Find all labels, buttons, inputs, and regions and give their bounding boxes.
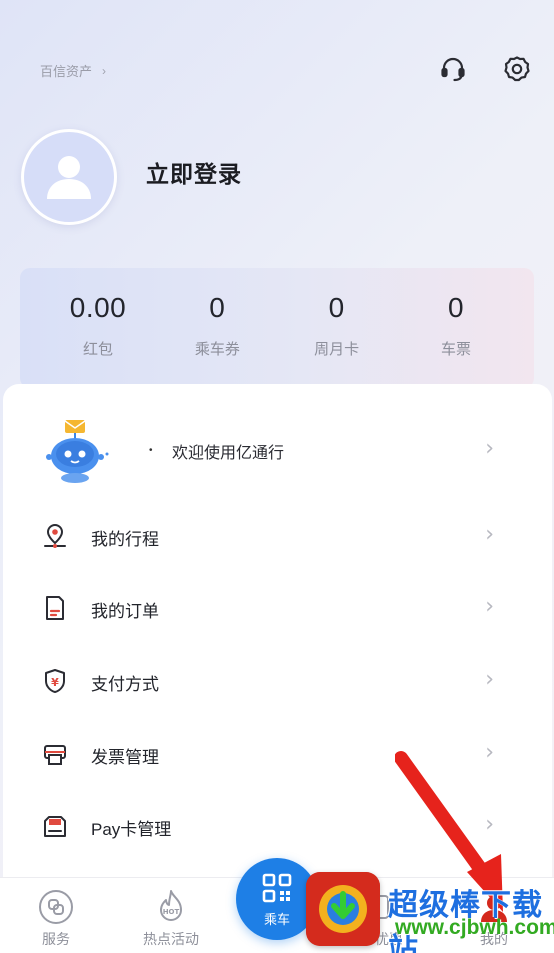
stat-value: 0 bbox=[328, 292, 345, 323]
menu-label: 支付方式 bbox=[91, 675, 159, 694]
stat-label: 周月卡 bbox=[314, 341, 360, 358]
menu-label: 我的订单 bbox=[91, 602, 159, 621]
avatar[interactable] bbox=[21, 129, 117, 225]
login-button[interactable]: 立即登录 bbox=[146, 155, 242, 189]
pay-card-icon bbox=[44, 816, 66, 837]
qr-code-icon bbox=[262, 873, 292, 902]
user-avatar-icon bbox=[47, 156, 91, 199]
stat-ticket[interactable]: 0 车票 bbox=[406, 292, 506, 388]
breadcrumb-label: 百信资产 bbox=[40, 64, 93, 79]
headset-icon[interactable] bbox=[438, 54, 468, 84]
stat-label: 乘车券 bbox=[194, 341, 240, 358]
stat-ride-coupon[interactable]: 0 乘车券 bbox=[167, 292, 267, 388]
breadcrumb[interactable]: 百信资产 › bbox=[40, 61, 106, 80]
menu-item-my-orders[interactable]: 我的订单 › bbox=[3, 580, 552, 640]
menu-label: 发票管理 bbox=[91, 748, 159, 767]
printer-icon bbox=[44, 745, 66, 765]
welcome-text: 欢迎使用亿通行 bbox=[172, 445, 285, 462]
stat-value: 0 bbox=[447, 292, 465, 323]
menu-item-my-trips[interactable]: 我的行程 › bbox=[3, 508, 552, 568]
yuan-shield-icon: ¥ bbox=[45, 669, 65, 693]
stat-label: 红包 bbox=[82, 341, 113, 358]
location-pin-icon bbox=[44, 523, 66, 548]
svg-text:HOT: HOT bbox=[163, 908, 180, 916]
stat-red-packet[interactable]: 0.00 红包 bbox=[48, 292, 148, 388]
stat-period-card[interactable]: 0 周月卡 bbox=[287, 292, 387, 388]
welcome-bullet: • bbox=[149, 445, 153, 456]
stat-label: 车票 bbox=[440, 341, 471, 358]
chevron-right-icon: › bbox=[485, 594, 494, 619]
nav-services[interactable]: 服务 bbox=[16, 888, 96, 949]
services-icon bbox=[39, 890, 73, 924]
asset-stats: 0.00 红包 0 乘车券 0 周月卡 0 车票 bbox=[20, 268, 534, 388]
welcome-banner[interactable]: • 欢迎使用亿通行 › bbox=[3, 404, 552, 494]
chevron-right-icon: › bbox=[485, 436, 494, 461]
flame-hot-icon: HOT bbox=[160, 890, 182, 921]
nav-label: 服务 bbox=[42, 931, 70, 947]
nav-hot-activities[interactable]: HOT 热点活动 bbox=[131, 888, 211, 949]
robot-mascot-icon bbox=[46, 420, 109, 483]
stat-value: 0.00 bbox=[69, 292, 127, 323]
chevron-right-icon: › bbox=[485, 667, 494, 692]
stat-value: 0 bbox=[209, 292, 226, 323]
ride-label: 乘车 bbox=[263, 911, 290, 927]
svg-text:¥: ¥ bbox=[51, 676, 59, 689]
profile-screen: 百信资产 › 立即登录 0.00 红包 0 乘车券 0 周月卡 0 车票 • 欢… bbox=[0, 0, 554, 953]
menu-label: Pay卡管理 bbox=[91, 820, 172, 839]
chevron-right-icon: › bbox=[102, 63, 107, 78]
menu-item-payment-methods[interactable]: ¥ 支付方式 › bbox=[3, 653, 552, 713]
watermark-logo-icon bbox=[306, 872, 380, 946]
chevron-right-icon: › bbox=[485, 522, 494, 547]
gear-icon[interactable] bbox=[502, 54, 532, 84]
order-doc-icon bbox=[46, 596, 64, 620]
watermark-url: www.cjbwh.com bbox=[395, 916, 554, 939]
nav-label: 热点活动 bbox=[143, 931, 199, 947]
menu-label: 我的行程 bbox=[91, 530, 159, 549]
